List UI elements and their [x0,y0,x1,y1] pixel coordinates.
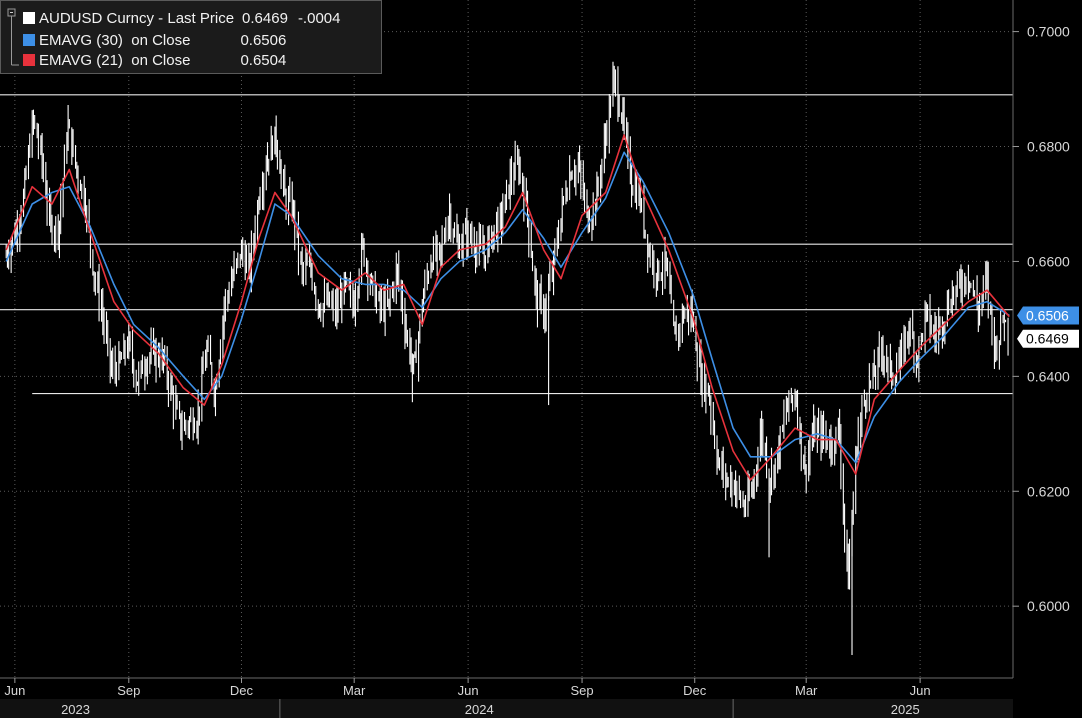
x-month-label: Sep [570,683,593,698]
ema30-swatch-icon [23,34,35,46]
y-tick-label: 0.6200 [1027,483,1070,499]
x-year-band [0,699,1013,718]
y-tick-label: 0.6000 [1027,598,1070,614]
legend-item-ema30[interactable]: EMAVG (30) on Close 0.6506 [23,30,286,50]
x-year-label: 2025 [891,702,920,717]
x-month-label: Mar [343,683,366,698]
legend-ema30-label: EMAVG (30) on Close [39,31,191,49]
legend-panel[interactable]: AUDUSD Curncy - Last Price 0.6469 -.0004… [0,0,382,74]
price-last-value-label: 0.6469 [1026,331,1069,347]
x-month-label: Mar [795,683,818,698]
x-month-label: Dec [683,683,707,698]
y-tick-label: 0.6400 [1027,368,1070,384]
price-swatch-icon [23,12,35,24]
y-tick-label: 0.6800 [1027,139,1070,155]
legend-tree-connector [7,8,19,66]
y-tick-label: 0.7000 [1027,24,1070,40]
x-month-label: Sep [117,683,140,698]
legend-item-price[interactable]: AUDUSD Curncy - Last Price 0.6469 -.0004 [23,8,340,28]
x-month-label: Jun [458,683,479,698]
ema30-last-value-label: 0.6506 [1026,307,1069,323]
legend-price-value: 0.6469 [242,9,288,27]
x-year-label: 2023 [61,702,90,717]
x-month-label: Jun [4,683,25,698]
legend-item-ema21[interactable]: EMAVG (21) on Close 0.6504 [23,50,286,70]
y-tick-label: 0.6600 [1027,253,1070,269]
legend-price-change: -.0004 [297,9,341,27]
legend-price-label: AUDUSD Curncy - Last Price [39,9,235,27]
legend-ema21-value: 0.6504 [240,51,287,69]
ema21-swatch-icon [23,54,35,66]
legend-ema30-value: 0.6506 [240,31,287,49]
x-month-label: Jun [910,683,931,698]
x-year-label: 2024 [465,702,494,717]
x-month-label: Dec [230,683,254,698]
legend-ema21-label: EMAVG (21) on Close [39,51,191,69]
chart-canvas: 0.6000 0.6200 0.6400 0.6600 0.6800 0.7000 0.6… [0,0,1082,718]
